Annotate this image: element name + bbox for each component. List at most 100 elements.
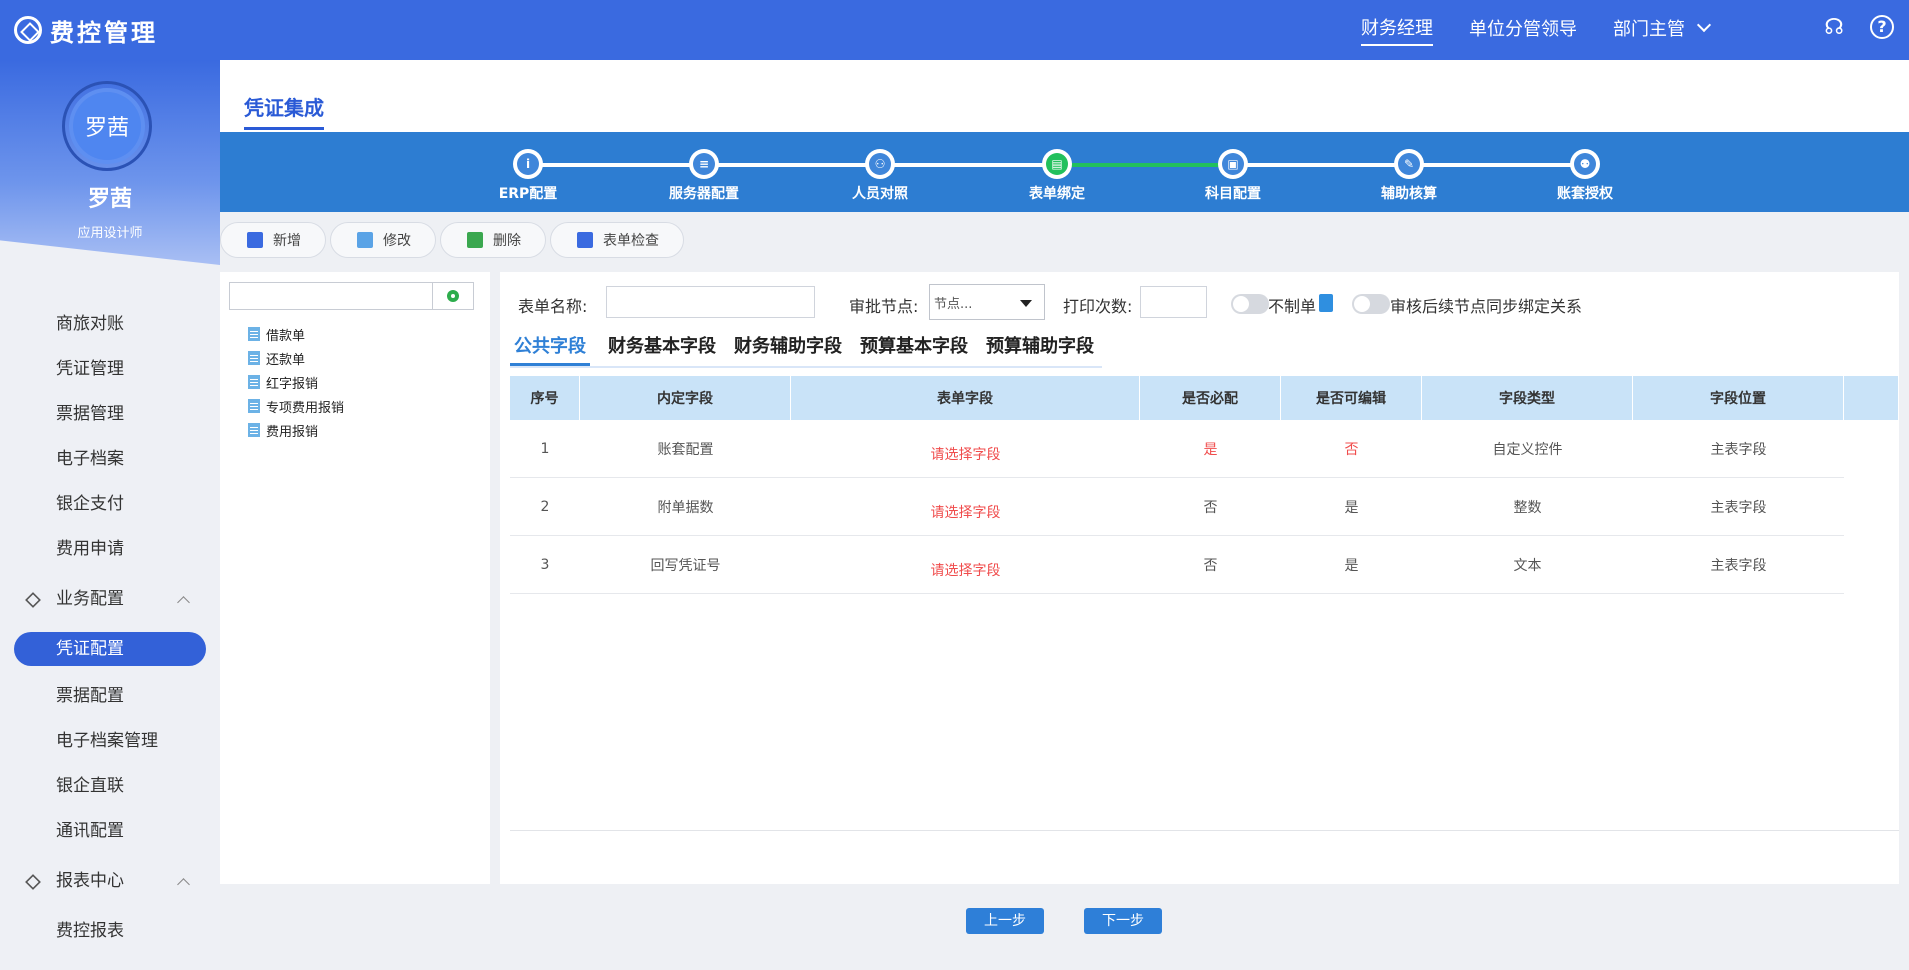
no-voucher-toggle[interactable] xyxy=(1231,294,1269,314)
page-title[interactable]: 凭证集成 xyxy=(244,92,324,130)
tree-item-label: 还款单 xyxy=(266,352,306,368)
edit-button[interactable]: 修改 xyxy=(330,222,436,258)
cell-form-field-select[interactable]: 请选择字段 xyxy=(791,478,1140,535)
prev-step-button[interactable]: 上一步 xyxy=(966,908,1044,934)
sidebar-item-archive-manage[interactable]: 电子档案管理 xyxy=(0,719,220,764)
logo-icon xyxy=(14,16,42,44)
document-icon xyxy=(248,423,260,437)
wrench-icon: ✎ xyxy=(1398,153,1420,175)
sidebar-item-voucher-manage[interactable]: 凭证管理 xyxy=(0,347,220,392)
col-header-builtin: 内定字段 xyxy=(580,376,791,420)
step-subject-config[interactable]: ▣ 科目配置 xyxy=(1153,149,1313,203)
step-person-mapping[interactable]: ⚇ 人员对照 xyxy=(800,149,960,203)
tab-budget-aux[interactable]: 预算辅助字段 xyxy=(986,332,1094,366)
tree-item-label: 费用报销 xyxy=(266,424,319,440)
cell-required: 否 xyxy=(1203,557,1218,574)
step-aux-accounting[interactable]: ✎ 辅助核算 xyxy=(1329,149,1489,203)
sidebar-item-bank-pay[interactable]: 银企支付 xyxy=(0,482,220,527)
tree-item-repayment[interactable]: 还款单 xyxy=(248,346,344,370)
sync-binding-toggle[interactable] xyxy=(1352,294,1390,314)
document-icon xyxy=(248,375,260,389)
role-unit-leader[interactable]: 单位分管领导 xyxy=(1469,15,1577,45)
print-count-label: 打印次数: xyxy=(1063,297,1133,316)
tab-finance-basic[interactable]: 财务基本字段 xyxy=(608,332,716,366)
tree-item-label: 红字报销 xyxy=(266,376,319,392)
tree-search-button[interactable] xyxy=(432,282,474,310)
table-row[interactable]: 3 回写凭证号 请选择字段 否 是 文本 主表字段 xyxy=(510,536,1844,594)
form-check-button[interactable]: 表单检查 xyxy=(550,222,684,258)
sidebar-item-expense-report[interactable]: 费控报表 xyxy=(0,909,220,954)
sidebar-item-bank-direct[interactable]: 银企直联 xyxy=(0,764,220,809)
cell-position: 主表字段 xyxy=(1710,557,1767,574)
tree-item-label: 专项费用报销 xyxy=(266,400,345,416)
role-switcher: 财务经理 单位分管领导 部门主管 xyxy=(1361,0,1712,60)
step-form-binding[interactable]: ▤ 表单绑定 xyxy=(977,149,1137,203)
sidebar-item-travel-reconcile[interactable]: 商旅对账 xyxy=(0,302,220,347)
tree-item-loan[interactable]: 借款单 xyxy=(248,322,344,346)
table-row[interactable]: 2 附单据数 请选择字段 否 是 整数 主表字段 xyxy=(510,478,1844,536)
step-server-config[interactable]: ≡ 服务器配置 xyxy=(624,149,784,203)
cell-builtin: 附单据数 xyxy=(657,499,714,516)
col-header-spacer xyxy=(1844,376,1899,420)
chevron-up-icon xyxy=(177,596,190,609)
form-name-input[interactable] xyxy=(606,286,815,318)
tree-item-red-reimburse[interactable]: 红字报销 xyxy=(248,370,344,394)
cell-no: 1 xyxy=(540,440,550,457)
form-name-label: 表单名称: xyxy=(518,297,588,316)
no-voucher-label: 不制单 xyxy=(1268,297,1317,316)
cell-position: 主表字段 xyxy=(1710,441,1767,458)
cell-editable: 是 xyxy=(1344,557,1359,574)
sidebar-item-expense-apply[interactable]: 费用申请 xyxy=(0,527,220,572)
cell-type: 文本 xyxy=(1513,557,1542,574)
cell-editable: 否 xyxy=(1344,441,1359,458)
col-header-position: 字段位置 xyxy=(1633,376,1844,420)
sidebar-item-voucher-config[interactable]: 凭证配置 xyxy=(14,632,206,666)
sidebar-menu: 商旅对账 凭证管理 票据管理 电子档案 银企支付 费用申请 业务配置 凭证配置 … xyxy=(0,302,220,954)
caret-down-icon xyxy=(1020,300,1032,307)
tab-budget-basic[interactable]: 预算基本字段 xyxy=(860,332,968,366)
user-name: 罗茜 xyxy=(87,187,132,212)
table-row[interactable]: 1 账套配置 请选择字段 是 否 自定义控件 主表字段 xyxy=(510,420,1844,478)
layers-icon xyxy=(25,591,41,608)
clipboard-icon: ▤ xyxy=(1046,153,1068,175)
tree-search-input[interactable] xyxy=(229,282,433,310)
approval-node-select[interactable]: 节点... xyxy=(929,284,1045,320)
sidebar-item-e-archive[interactable]: 电子档案 xyxy=(0,437,220,482)
tree-item-expense-reimburse[interactable]: 费用报销 xyxy=(248,418,344,442)
role-dept-head[interactable]: 部门主管 xyxy=(1613,15,1712,45)
step-ledger-auth[interactable]: ⚉ 账套授权 xyxy=(1505,149,1665,203)
cell-form-field-select[interactable]: 请选择字段 xyxy=(791,420,1140,477)
cell-no: 2 xyxy=(540,498,550,515)
sidebar-group-business-config[interactable]: 业务配置 xyxy=(0,572,220,627)
role-finance-manager[interactable]: 财务经理 xyxy=(1361,14,1433,46)
col-header-form-field: 表单字段 xyxy=(791,376,1140,420)
col-header-type: 字段类型 xyxy=(1422,376,1633,420)
headset-icon[interactable]: ☊ xyxy=(1821,14,1847,40)
document-copy-icon[interactable] xyxy=(1319,294,1333,312)
sidebar-item-invoice-manage[interactable]: 票据管理 xyxy=(0,392,220,437)
cell-type: 整数 xyxy=(1513,499,1542,516)
sidebar-group-report-center[interactable]: 报表中心 xyxy=(0,854,220,909)
tree-item-special-reimburse[interactable]: 专项费用报销 xyxy=(248,394,344,418)
step-label: ERP配置 xyxy=(498,186,558,202)
role-dept-head-label: 部门主管 xyxy=(1613,19,1685,40)
step-erp-config[interactable]: i ERP配置 xyxy=(448,149,608,203)
tab-finance-aux[interactable]: 财务辅助字段 xyxy=(734,332,842,366)
cell-builtin: 账套配置 xyxy=(657,441,714,458)
add-button[interactable]: 新增 xyxy=(220,222,326,258)
print-count-input[interactable] xyxy=(1140,286,1207,318)
help-icon[interactable]: ? xyxy=(1869,14,1895,40)
col-header-editable: 是否可编辑 xyxy=(1281,376,1422,420)
avatar[interactable]: 罗茜 xyxy=(73,92,141,160)
field-table: 序号 内定字段 表单字段 是否必配 是否可编辑 字段类型 字段位置 1 账套配置… xyxy=(510,376,1899,831)
cell-position: 主表字段 xyxy=(1710,499,1767,516)
tab-public-fields[interactable]: 公共字段 xyxy=(510,332,590,366)
delete-button[interactable]: 删除 xyxy=(440,222,546,258)
cell-form-field-select[interactable]: 请选择字段 xyxy=(791,536,1140,593)
next-step-button[interactable]: 下一步 xyxy=(1084,908,1162,934)
sidebar-item-comm-config[interactable]: 通讯配置 xyxy=(0,809,220,854)
sidebar-item-invoice-config[interactable]: 票据配置 xyxy=(0,674,220,719)
avatar-ring: 罗茜 xyxy=(62,81,152,171)
app-logo: 费控管理 xyxy=(14,13,158,48)
cell-required: 是 xyxy=(1203,441,1218,458)
